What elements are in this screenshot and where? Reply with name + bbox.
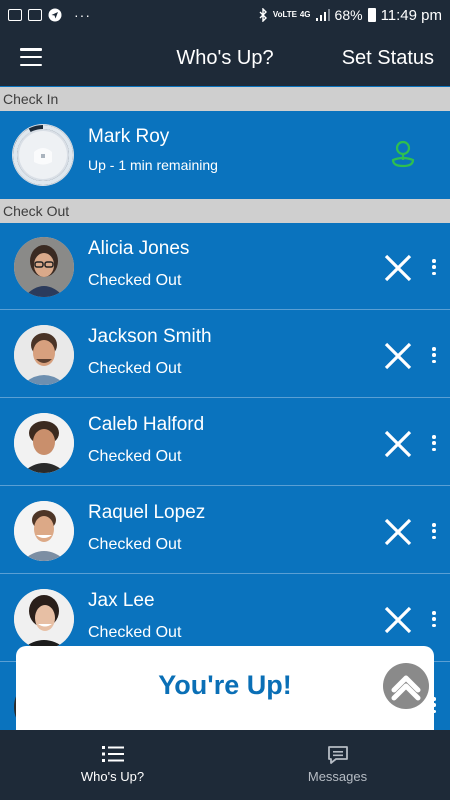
user-status: Up - 1 min remaining (88, 157, 218, 173)
user-status: Checked Out (88, 448, 182, 465)
bottom-nav: Who's Up? Messages (0, 730, 450, 800)
section-header-check-in: Check In (0, 87, 450, 111)
avatar (14, 237, 74, 297)
popup-message: You're Up! (158, 670, 292, 700)
close-icon[interactable] (383, 253, 413, 283)
more-options-icon[interactable] (431, 347, 437, 363)
image-notification-icon (8, 9, 22, 21)
battery-icon (367, 8, 376, 22)
list-icon (101, 746, 124, 762)
volte-indicator: VoLTE (272, 10, 298, 19)
countdown-ring (12, 124, 74, 186)
nav-messages[interactable]: Messages (225, 730, 450, 800)
list-item[interactable]: Alicia Jones Checked Out (0, 223, 450, 310)
chevron-up-icon (391, 675, 421, 701)
close-icon[interactable] (383, 605, 413, 635)
clock: 11:49 pm (380, 6, 442, 24)
list-item[interactable]: Raquel Lopez Checked Out (0, 487, 450, 574)
battery-percent: 68% (334, 7, 363, 23)
more-options-icon[interactable] (431, 611, 437, 627)
set-status-button[interactable]: Set Status (342, 47, 434, 70)
user-name: Jax Lee (88, 590, 155, 611)
more-notifications: ··· (74, 7, 91, 23)
more-options-icon[interactable] (431, 259, 437, 275)
mail-notification-icon (28, 9, 42, 21)
avatar (14, 501, 74, 561)
nav-label: Who's Up? (80, 769, 145, 784)
user-status: Checked Out (88, 624, 182, 641)
more-options-icon[interactable] (431, 435, 437, 451)
close-icon[interactable] (383, 341, 413, 371)
send-notification-icon (48, 8, 62, 22)
app-bar: Who's Up? Set Status (0, 30, 450, 86)
close-icon[interactable] (383, 429, 413, 459)
user-name: Raquel Lopez (88, 502, 206, 523)
bluetooth-icon (259, 8, 267, 22)
list-item[interactable]: Jackson Smith Checked Out (0, 311, 450, 398)
user-name: Jackson Smith (88, 326, 212, 347)
chat-icon (327, 746, 348, 764)
user-name: Mark Roy (88, 126, 170, 147)
avatar (14, 325, 74, 385)
location-pin-icon[interactable] (388, 138, 418, 170)
expand-button[interactable] (383, 663, 429, 709)
user-status: Checked Out (88, 360, 182, 377)
user-status: Checked Out (88, 272, 182, 289)
avatar (14, 589, 74, 649)
nav-label: Messages (307, 769, 368, 784)
close-icon[interactable] (383, 517, 413, 547)
signal-icon (315, 9, 330, 21)
user-status: Checked Out (88, 536, 182, 553)
nav-whos-up[interactable]: Who's Up? (0, 730, 225, 800)
check-in-row[interactable]: Mark Roy Up - 1 min remaining (0, 111, 450, 199)
youre-up-popup[interactable]: You're Up! (16, 646, 434, 736)
list-item[interactable]: Caleb Halford Checked Out (0, 399, 450, 486)
status-bar: ··· VoLTE 4G 68% 11:49 pm (0, 0, 450, 30)
more-options-icon[interactable] (431, 523, 437, 539)
avatar (14, 413, 74, 473)
user-name: Alicia Jones (88, 238, 190, 259)
section-header-check-out: Check Out (0, 199, 450, 223)
user-name: Caleb Halford (88, 414, 205, 435)
4g-indicator: 4G (299, 10, 311, 19)
